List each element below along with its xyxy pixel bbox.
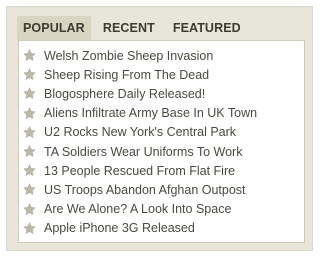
star-icon [23,126,36,138]
popular-posts-list: Welsh Zombie Sheep Invasion Sheep Rising… [23,46,257,238]
list-item: Sheep Rising From The Dead [23,65,257,84]
post-link[interactable]: 13 People Rescued From Flat Fire [44,164,235,178]
post-link[interactable]: Welsh Zombie Sheep Invasion [44,49,213,63]
post-link[interactable]: U2 Rocks New York's Central Park [44,125,236,139]
list-item: Blogosphere Daily Released! [23,84,257,103]
star-icon [23,164,36,177]
star-icon [23,221,36,234]
star-icon [23,183,36,196]
star-icon [23,68,36,81]
star-icon [23,202,36,215]
star-icon [23,49,36,62]
post-link[interactable]: Blogosphere Daily Released! [44,87,205,101]
tab-recent[interactable]: RECENT [97,16,161,40]
list-item: Are We Alone? A Look Into Space [23,200,257,219]
list-item: Apple iPhone 3G Released [23,219,257,238]
list-item: Aliens Infiltrate Army Base In UK Town [23,104,257,123]
tab-bar: POPULAR RECENT FEATURED [17,16,247,40]
post-link[interactable]: Are We Alone? A Look Into Space [44,202,231,216]
post-link[interactable]: US Troops Abandon Afghan Outpost [44,183,246,197]
star-icon [23,145,36,157]
star-icon [23,87,36,100]
tab-popular[interactable]: POPULAR [17,16,91,40]
post-link[interactable]: Apple iPhone 3G Released [44,221,195,235]
list-item: U2 Rocks New York's Central Park [23,123,257,142]
tab-panel-popular: Welsh Zombie Sheep Invasion Sheep Rising… [18,40,305,243]
tabbed-posts-widget: POPULAR RECENT FEATURED Welsh Zombie She… [6,6,313,251]
star-icon [23,106,36,119]
post-link[interactable]: Aliens Infiltrate Army Base In UK Town [44,106,257,120]
list-item: 13 People Rescued From Flat Fire [23,161,257,180]
list-item: TA Soldiers Wear Uniforms To Work [23,142,257,161]
post-link[interactable]: TA Soldiers Wear Uniforms To Work [44,145,242,159]
tab-featured[interactable]: FEATURED [167,16,247,40]
list-item: Welsh Zombie Sheep Invasion [23,46,257,65]
post-link[interactable]: Sheep Rising From The Dead [44,68,209,82]
list-item: US Troops Abandon Afghan Outpost [23,180,257,199]
